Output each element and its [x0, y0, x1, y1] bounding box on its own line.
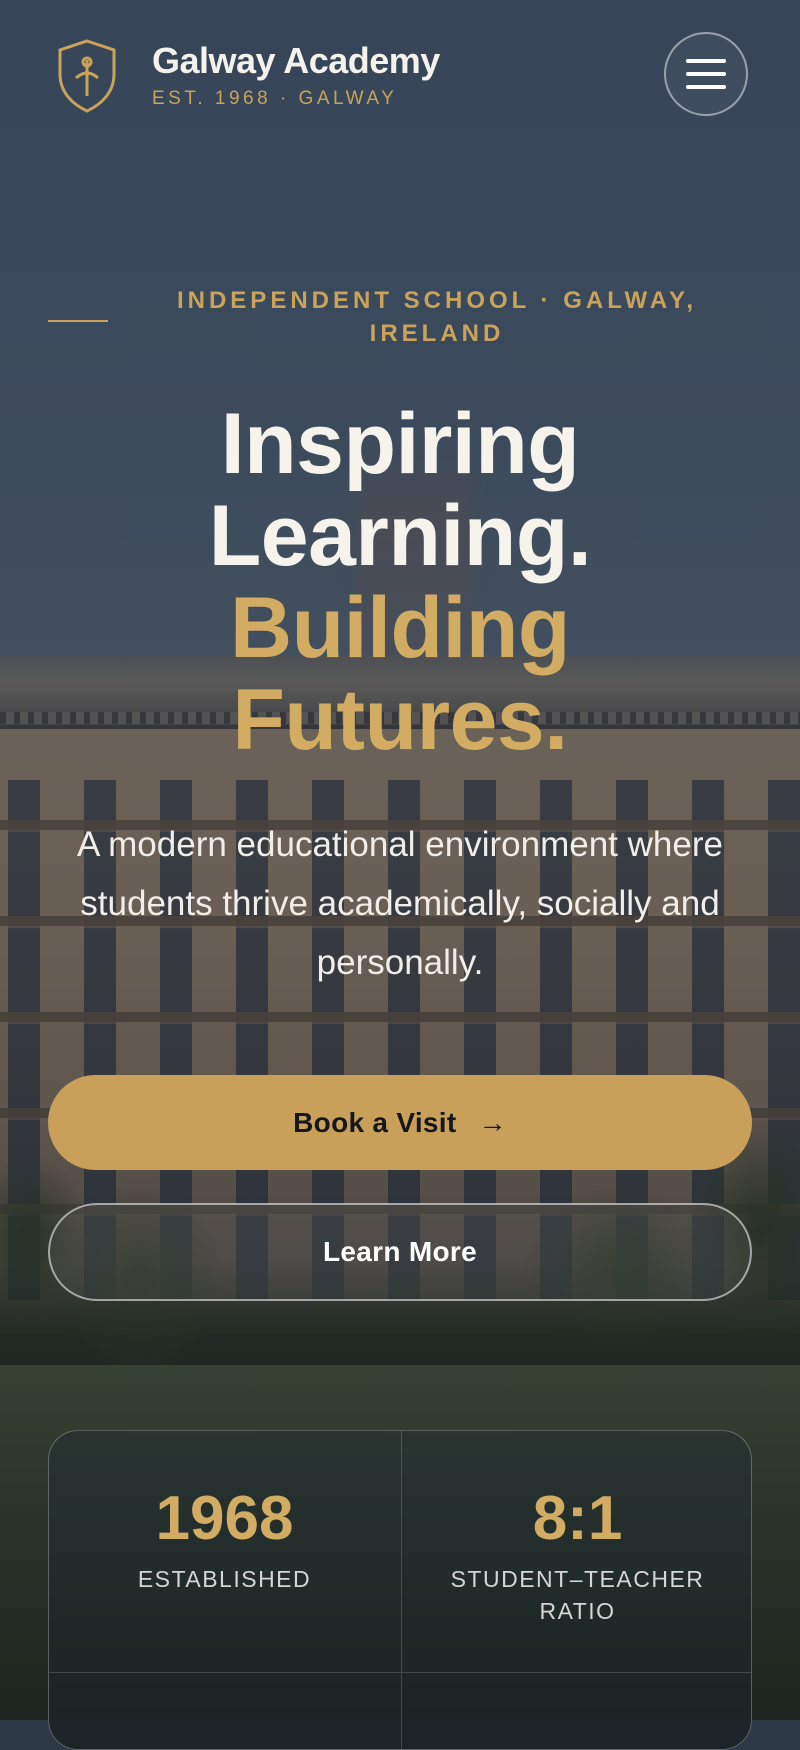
hamburger-menu-icon	[686, 59, 726, 89]
book-visit-label: Book a Visit	[293, 1106, 457, 1138]
learn-more-label: Learn More	[323, 1236, 477, 1267]
brand-tagline: EST. 1968 · GALWAY	[152, 88, 398, 109]
stats-card: 1968 ESTABLISHED 8:1 STUDENT–TEACHER RAT…	[48, 1430, 752, 1750]
hero-lead: A modern educational environment where s…	[77, 825, 723, 982]
stat-cell	[49, 1673, 400, 1749]
menu-button[interactable]	[664, 32, 748, 116]
hero-headline: Inspiring Learning. Building Futures.	[60, 398, 740, 766]
shield-tree-icon[interactable]	[56, 38, 118, 114]
stat-label: STUDENT–TEACHER RATIO	[450, 1566, 705, 1624]
arrow-right-icon: →	[478, 1106, 507, 1138]
learn-more-button[interactable]: Learn More	[48, 1203, 752, 1301]
hero-eyebrow: INDEPENDENT SCHOOL · GALWAY, IRELAND	[176, 287, 698, 347]
brand-name[interactable]: Galway Academy	[152, 40, 440, 82]
stat-value: 1968	[155, 1484, 294, 1553]
book-visit-button[interactable]: Book a Visit →	[48, 1075, 752, 1170]
stat-ratio: 8:1 STUDENT–TEACHER RATIO	[401, 1431, 751, 1672]
headline-accent: Building Futures.	[230, 580, 570, 768]
stat-label: ESTABLISHED	[137, 1566, 312, 1592]
stat-established: 1968 ESTABLISHED	[49, 1431, 400, 1672]
headline-primary: Inspiring Learning.	[208, 396, 592, 584]
eyebrow-divider	[48, 320, 108, 322]
stat-cell	[401, 1673, 751, 1749]
stat-value: 8:1	[532, 1484, 623, 1553]
site-header: Galway Academy EST. 1968 · GALWAY	[0, 0, 800, 140]
